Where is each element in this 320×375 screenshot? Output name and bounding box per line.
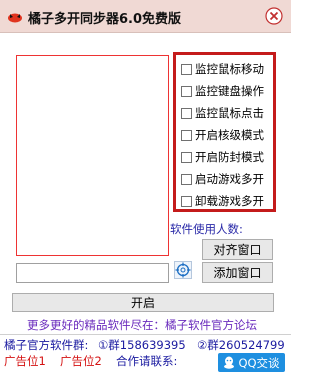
crosshair-icon[interactable] xyxy=(174,261,192,279)
option-label: 开启防封模式 xyxy=(195,150,264,164)
title-bar[interactable]: 橘子多开同步器6.0免费版 xyxy=(0,0,291,33)
option-label: 卸载游戏多开 xyxy=(195,194,264,208)
qq-group-label: 橘子官方软件群: xyxy=(4,338,89,352)
option-anti-ban[interactable]: 开启防封模式 xyxy=(181,149,264,165)
option-label: 监控鼠标点击 xyxy=(195,106,264,120)
checkbox[interactable] xyxy=(181,63,192,75)
checkbox[interactable] xyxy=(181,195,192,207)
add-window-button[interactable]: 添加窗口 xyxy=(202,262,273,283)
checkbox[interactable] xyxy=(181,151,192,163)
start-button[interactable]: 开启 xyxy=(12,293,274,312)
window-title: 橘子多开同步器6.0免费版 xyxy=(28,12,182,27)
app-window: 橘子多开同步器6.0免费版 监控鼠标移动 监控键盘操作 监控鼠标点击 开启核级模… xyxy=(0,0,291,375)
checkbox[interactable] xyxy=(181,129,192,141)
contact-label: 合作请联系: xyxy=(116,354,178,368)
qq-group-2-link[interactable]: ②群260524799 xyxy=(197,337,285,353)
option-launch-multi[interactable]: 启动游戏多开 xyxy=(181,171,264,187)
qq-chat-button[interactable]: QQ交谈 xyxy=(218,353,285,372)
option-unload-multi[interactable]: 卸载游戏多开 xyxy=(181,193,264,209)
checkbox[interactable] xyxy=(181,173,192,185)
option-keyboard[interactable]: 监控键盘操作 xyxy=(181,83,264,99)
option-label: 监控鼠标移动 xyxy=(195,62,264,76)
qq-icon xyxy=(224,356,235,369)
ad-slot-1[interactable]: 广告位1 xyxy=(4,353,46,369)
options-group: 监控鼠标移动 监控键盘操作 监控鼠标点击 开启核级模式 开启防封模式 启动游戏多… xyxy=(173,52,276,212)
checkbox[interactable] xyxy=(181,107,192,119)
divider xyxy=(0,334,291,335)
option-label: 开启核级模式 xyxy=(195,128,264,142)
option-label: 监控键盘操作 xyxy=(195,84,264,98)
ad-slot-2[interactable]: 广告位2 xyxy=(60,353,102,369)
checkbox[interactable] xyxy=(181,85,192,97)
count-input[interactable] xyxy=(16,263,169,283)
option-label: 启动游戏多开 xyxy=(195,172,264,186)
close-icon[interactable] xyxy=(265,7,283,25)
qq-chat-label: QQ交谈 xyxy=(238,355,280,370)
qq-group-1-link[interactable]: ①群158639395 xyxy=(98,337,186,353)
user-count-label: 软件使用人数: xyxy=(170,222,243,236)
log-textarea[interactable] xyxy=(16,55,169,256)
orange-app-icon xyxy=(8,13,22,23)
option-mouse-move[interactable]: 监控鼠标移动 xyxy=(181,61,264,77)
align-windows-button[interactable]: 对齐窗口 xyxy=(202,239,273,260)
promo-link[interactable]: 更多更好的精品软件尽在：橘子软件官方论坛 xyxy=(27,317,257,333)
option-core-mode[interactable]: 开启核级模式 xyxy=(181,127,264,143)
option-mouse-click[interactable]: 监控鼠标点击 xyxy=(181,105,264,121)
